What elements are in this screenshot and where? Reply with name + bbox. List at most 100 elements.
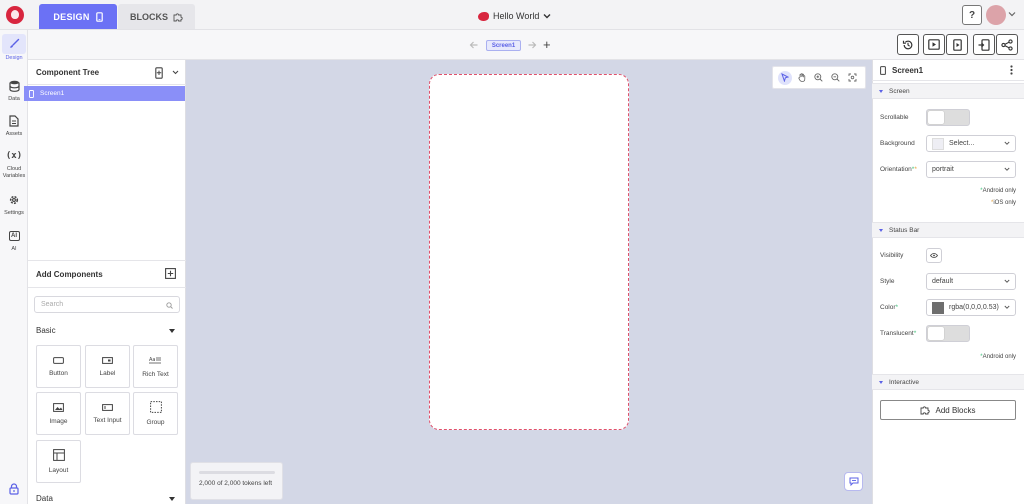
caret-down-icon	[879, 89, 883, 93]
token-usage-bar	[199, 471, 275, 474]
rail-item-assets[interactable]: Assets	[0, 111, 28, 138]
pointer-icon[interactable]	[778, 70, 793, 85]
more-options-icon[interactable]	[1010, 65, 1013, 75]
section-status-bar[interactable]: Status Bar	[872, 222, 1024, 238]
phone-icon	[95, 11, 103, 22]
add-blocks-button[interactable]: Add Blocks	[880, 400, 1016, 420]
rail-label-design: Design	[5, 55, 23, 61]
rail-label-ai: AI	[11, 246, 17, 252]
style-label: Style	[880, 278, 895, 285]
background-select[interactable]: Select...	[926, 135, 1016, 152]
zoom-out-icon[interactable]	[829, 71, 843, 85]
color-select[interactable]: rgba(0,0,0,0.53)	[926, 299, 1016, 316]
translucent-label: Translucent*	[880, 330, 917, 337]
properties-title: Screen1	[892, 65, 924, 75]
add-components-header: Add Components	[28, 260, 186, 288]
rail-item-design[interactable]: Design	[0, 34, 28, 62]
preview-button[interactable]	[923, 34, 945, 55]
component-image[interactable]: Image	[36, 392, 81, 435]
rail-item-settings[interactable]: Settings	[0, 190, 28, 217]
phone-screen-preview[interactable]	[429, 74, 629, 430]
tree-item-label: Screen1	[40, 90, 65, 97]
project-selector[interactable]: Hello World	[478, 9, 551, 23]
component-text-input[interactable]: Text Input	[85, 392, 130, 435]
style-select[interactable]: default	[926, 273, 1016, 290]
zoom-in-icon[interactable]	[812, 71, 826, 85]
image-icon	[53, 402, 64, 412]
button-icon	[53, 356, 64, 364]
chat-button[interactable]	[844, 472, 863, 491]
hand-icon[interactable]	[795, 71, 809, 85]
visibility-toggle[interactable]	[926, 248, 942, 263]
left-panel: Component Tree Add Components	[28, 60, 186, 504]
basic-caret-icon[interactable]	[169, 329, 175, 333]
orientation-select[interactable]: portrait	[926, 161, 1016, 178]
layout-icon	[52, 449, 65, 461]
orientation-label: Orientation**	[880, 166, 917, 173]
basic-section-title: Basic	[36, 326, 56, 335]
section-interactive[interactable]: Interactive	[872, 374, 1024, 390]
component-group[interactable]: Group	[133, 392, 178, 435]
scrollable-toggle[interactable]	[926, 109, 970, 126]
eye-icon	[930, 253, 938, 258]
ios-only-note: *iOS only	[990, 200, 1016, 206]
ai-icon: AI	[2, 226, 26, 246]
data-caret-icon[interactable]	[169, 497, 175, 501]
caret-down-icon	[879, 228, 883, 232]
arrow-right-icon[interactable]	[527, 40, 537, 50]
token-usage-card: 2,000 of 2,000 tokens left	[190, 462, 283, 500]
avatar-chevron-icon[interactable]	[1008, 11, 1016, 17]
add-component-icon[interactable]	[165, 268, 176, 279]
component-layout[interactable]: Layout	[36, 440, 81, 483]
export-button[interactable]	[973, 34, 995, 55]
search-icon	[166, 302, 173, 309]
add-screen-icon[interactable]	[155, 67, 163, 79]
token-usage-text: 2,000 of 2,000 tokens left	[199, 480, 272, 487]
phone-icon	[880, 65, 886, 75]
search-placeholder: Search	[41, 301, 64, 308]
android-only-note-2: *Android only	[980, 354, 1016, 360]
add-screen-button[interactable]: +	[543, 37, 551, 52]
text-input-icon	[102, 403, 113, 411]
group-icon	[149, 401, 162, 413]
phone-icon	[29, 89, 34, 98]
screen-selector[interactable]: Screen1	[486, 40, 521, 51]
device-preview-button[interactable]	[946, 34, 968, 55]
phone-play-icon	[952, 38, 962, 51]
section-screen[interactable]: Screen	[872, 83, 1024, 99]
scrollable-label: Scrollable	[880, 114, 909, 121]
brush-icon	[2, 34, 26, 54]
collapse-chevron-icon[interactable]	[172, 70, 179, 75]
lock-icon[interactable]	[9, 483, 19, 495]
history-button[interactable]	[897, 34, 919, 55]
chevron-down-icon	[543, 13, 551, 19]
svg-text:Aa: Aa	[149, 357, 155, 363]
avatar[interactable]	[986, 5, 1006, 25]
component-button[interactable]: Button	[36, 345, 81, 388]
database-icon	[2, 76, 26, 96]
chevron-down-icon	[1004, 305, 1010, 310]
help-button[interactable]: ?	[962, 5, 982, 25]
chevron-down-icon	[1004, 167, 1010, 172]
rail-label-data: Data	[8, 96, 20, 102]
play-screen-icon	[928, 39, 940, 50]
tab-blocks[interactable]: BLOCKS	[118, 4, 195, 29]
visibility-label: Visibility	[880, 252, 904, 259]
variable-icon: (x)	[5, 151, 23, 161]
component-label[interactable]: Label	[85, 345, 130, 388]
rail-item-cloud-variables[interactable]: (x) Cloud Variables	[0, 146, 28, 179]
project-logo-icon	[478, 11, 489, 21]
chevron-down-icon	[1004, 279, 1010, 284]
rail-item-ai[interactable]: AI AI	[0, 226, 28, 253]
tree-item-screen1[interactable]: Screen1	[24, 86, 185, 101]
component-search-input[interactable]: Search	[34, 296, 180, 313]
share-button[interactable]	[996, 34, 1018, 55]
app-logo[interactable]	[6, 6, 24, 24]
component-rich-text[interactable]: Aa Rich Text	[133, 345, 178, 388]
arrow-left-icon[interactable]	[469, 40, 479, 50]
translucent-toggle[interactable]	[926, 325, 970, 342]
share-icon	[1001, 38, 1013, 51]
tab-design[interactable]: DESIGN	[39, 4, 117, 29]
file-icon	[2, 111, 26, 131]
fit-screen-icon[interactable]	[846, 71, 860, 85]
